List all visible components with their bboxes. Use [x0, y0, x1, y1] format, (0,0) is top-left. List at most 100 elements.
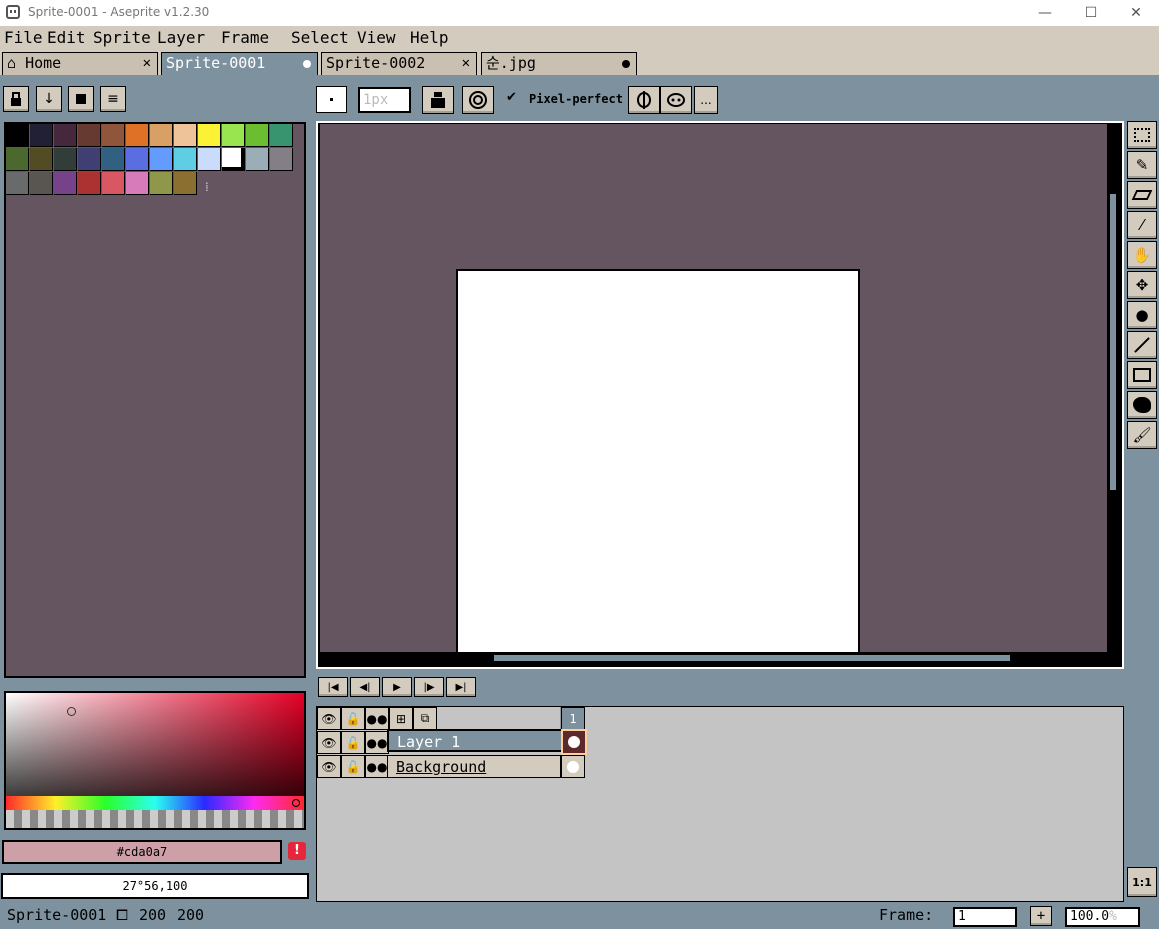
palette-swatch[interactable] [150, 148, 173, 171]
warning-icon[interactable]: ! [288, 842, 306, 860]
alpha-slider[interactable] [6, 810, 304, 828]
vertical-scrollbar-thumb[interactable] [1110, 194, 1116, 490]
palette-options-button[interactable]: ≡ [100, 86, 126, 112]
palette-swatch[interactable] [126, 148, 149, 171]
palette-swatch[interactable] [246, 124, 269, 147]
eyedropper-tool[interactable]: ⁄ [1127, 211, 1157, 239]
blur-tool[interactable]: 🖌 [1127, 421, 1157, 449]
menu-edit[interactable]: Edit [47, 28, 86, 47]
palette-swatch[interactable] [126, 124, 149, 147]
palette-swatch[interactable] [102, 124, 125, 147]
background-cel[interactable] [561, 755, 585, 778]
eraser-tool[interactable] [1127, 181, 1157, 209]
close-window-button[interactable]: ✕ [1113, 0, 1159, 26]
palette-swatch[interactable] [30, 172, 53, 195]
color-spectrum[interactable] [4, 691, 306, 830]
menu-frame[interactable]: Frame [221, 28, 269, 47]
palette-swatch[interactable] [174, 172, 197, 195]
palette-swatch[interactable] [78, 172, 101, 195]
layer-1-cel[interactable] [561, 729, 587, 755]
continuous-header-icon[interactable]: ●● [365, 707, 389, 730]
previous-frame-button[interactable]: ◀| [350, 677, 380, 697]
palette-swatch[interactable] [6, 148, 29, 171]
frame-1-header[interactable]: 1 [561, 707, 585, 730]
palette-swatch[interactable] [102, 172, 125, 195]
frame-input[interactable]: 1 [953, 907, 1017, 927]
layer-1-continuous-icon[interactable]: ●● [365, 731, 389, 754]
pixel-perfect-checkbox-icon[interactable]: ✔ [506, 90, 517, 105]
menu-view[interactable]: View [357, 28, 396, 47]
horizontal-scrollbar-thumb[interactable] [494, 655, 1010, 661]
onion-skin-icon[interactable]: ⧉ [413, 707, 437, 730]
palette-swatch[interactable] [246, 148, 269, 171]
download-palette-button[interactable]: ↓ [36, 86, 62, 112]
palette-swatch[interactable] [174, 148, 197, 171]
first-frame-button[interactable]: |◀ [318, 677, 348, 697]
move-tool[interactable]: ✥ [1127, 271, 1157, 299]
palette-swatch[interactable] [150, 124, 173, 147]
palette-swatch[interactable] [54, 148, 77, 171]
hand-tool[interactable]: ✋ [1127, 241, 1157, 269]
rectangular-marquee-tool[interactable] [1127, 121, 1157, 149]
palette-swatch[interactable] [54, 172, 77, 195]
palette-swatch[interactable] [126, 172, 149, 195]
maximize-button[interactable]: ☐ [1068, 0, 1114, 26]
ink-type-button[interactable] [422, 86, 454, 114]
vertical-scrollbar-track[interactable] [1108, 124, 1120, 652]
paint-bucket-tool[interactable]: ● [1127, 301, 1157, 329]
palette-swatch[interactable] [6, 172, 29, 195]
menu-sprite[interactable]: Sprite [93, 28, 151, 47]
pencil-tool[interactable]: ✎ [1127, 151, 1157, 179]
tab-sprite-0002-close-icon[interactable]: ✕ [462, 53, 470, 74]
palette-swatch[interactable] [102, 148, 125, 171]
add-frame-button[interactable]: + [1030, 906, 1052, 926]
palette-swatch[interactable] [222, 148, 245, 171]
palette-swatch[interactable] [222, 124, 245, 147]
symmetry-button[interactable] [628, 86, 660, 114]
background-continuous-icon[interactable]: ●● [365, 755, 389, 778]
layer-1-lock-icon[interactable]: 🔓 [341, 731, 365, 754]
layer-1-visibility-eye-icon[interactable]: 👁 [317, 731, 341, 754]
palette-swatch[interactable] [198, 148, 221, 171]
minimize-button[interactable]: — [1022, 0, 1068, 26]
contour-tool[interactable] [1127, 391, 1157, 419]
sprite-canvas[interactable] [456, 269, 860, 653]
menu-layer[interactable]: Layer [157, 28, 205, 47]
opacity-button[interactable] [462, 86, 494, 114]
palette-swatch[interactable] [78, 148, 101, 171]
last-frame-button[interactable]: ▶| [446, 677, 476, 697]
tab-home[interactable]: ⌂ Home ✕ [2, 52, 158, 75]
zoom-input[interactable]: 100.0% [1065, 907, 1140, 927]
background-visibility-eye-icon[interactable]: 👁 [317, 755, 341, 778]
background-lock-icon[interactable]: 🔓 [341, 755, 365, 778]
next-frame-button[interactable]: |▶ [414, 677, 444, 697]
palette-size-button[interactable] [68, 86, 94, 112]
palette-swatch[interactable] [6, 124, 29, 147]
tab-home-close-icon[interactable]: ✕ [143, 53, 151, 74]
horizontal-scrollbar-track[interactable] [320, 652, 1120, 664]
rectangle-tool[interactable] [1127, 361, 1157, 389]
menu-help[interactable]: Help [410, 28, 449, 47]
palette-swatch[interactable] [30, 148, 53, 171]
pixel-perfect-label[interactable]: Pixel-perfect [529, 92, 623, 106]
layer-tree-icon[interactable]: ⊞ [389, 707, 413, 730]
hue-slider[interactable] [6, 796, 304, 810]
zoom-1to1-button[interactable]: 1:1 [1127, 867, 1157, 897]
menu-select[interactable]: Select [291, 28, 349, 47]
lock-palette-button[interactable] [3, 86, 29, 112]
brush-type-button[interactable] [316, 86, 347, 113]
palette-swatch[interactable] [78, 124, 101, 147]
hex-color-field[interactable]: #cda0a7 [2, 840, 282, 864]
tab-sprite-0002[interactable]: Sprite-0002 ✕ [321, 52, 477, 75]
palette-swatch[interactable] [54, 124, 77, 147]
background-layer-name[interactable]: Background [387, 755, 561, 778]
visibility-header-eye-icon[interactable]: 👁 [317, 707, 341, 730]
layer-1-name[interactable]: Layer 1 [387, 729, 563, 752]
hsv-value-field[interactable]: 27°56,100 [1, 873, 309, 899]
palette-swatch[interactable] [270, 124, 293, 147]
palette-swatch[interactable] [30, 124, 53, 147]
dynamics-button[interactable] [660, 86, 692, 114]
play-button[interactable]: ▶ [382, 677, 412, 697]
palette-swatch[interactable] [174, 124, 197, 147]
palette-swatch[interactable] [270, 148, 293, 171]
